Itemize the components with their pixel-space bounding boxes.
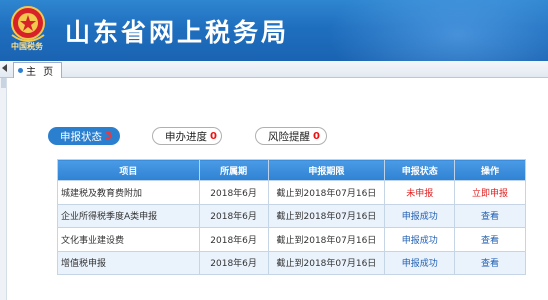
- view-link[interactable]: 查看: [454, 227, 526, 252]
- subtab-count: 0: [313, 130, 320, 142]
- subtab-label: 申报状态: [60, 130, 102, 143]
- site-title: 山东省网上税务局: [65, 18, 290, 47]
- subtab-label: 风险提醒: [268, 130, 310, 143]
- cell-status: 申报成功: [384, 203, 456, 228]
- cell-period: 2018年6月: [198, 250, 269, 275]
- cell-deadline: 截止到2018年07月16日: [267, 227, 386, 252]
- cell-period: 2018年6月: [198, 180, 269, 205]
- view-link[interactable]: 查看: [454, 250, 526, 275]
- cell-deadline: 截止到2018年07月16日: [267, 203, 386, 228]
- subtab-risk-alert[interactable]: 风险提醒 0: [255, 127, 327, 145]
- header-glow: [328, 0, 548, 61]
- declaration-table: 项目 所属期 申报期限 申报状态 操作 城建税及教育费附加 2018年6月 截止…: [57, 159, 526, 275]
- cell-item: 城建税及教育费附加: [57, 180, 200, 205]
- cell-deadline: 截止到2018年07月16日: [267, 250, 386, 275]
- site-header: 中国税务 山东省网上税务局: [0, 0, 548, 61]
- table-row: 文化事业建设费 2018年6月 截止到2018年07月16日 申报成功 查看: [57, 227, 526, 252]
- cell-status: 未申报: [384, 180, 456, 205]
- table-header-row: 项目 所属期 申报期限 申报状态 操作: [57, 159, 526, 181]
- col-header-status: 申报状态: [384, 159, 456, 181]
- tab-home-label: 主 页: [26, 67, 56, 78]
- col-header-period: 所属期: [198, 159, 269, 181]
- table-row: 企业所得税季度A类申报 2018年6月 截止到2018年07月16日 申报成功 …: [57, 203, 526, 228]
- view-link[interactable]: 查看: [454, 203, 526, 228]
- logo-caption: 中国税务: [11, 42, 43, 51]
- cell-item: 企业所得税季度A类申报: [57, 203, 200, 228]
- left-scroll-strip[interactable]: [0, 78, 7, 300]
- tab-home[interactable]: 主 页: [13, 62, 63, 78]
- table-row: 城建税及教育费附加 2018年6月 截止到2018年07月16日 未申报 立即申…: [57, 180, 526, 205]
- collapse-arrow-icon[interactable]: [2, 64, 7, 72]
- subtab-count: 3: [105, 130, 112, 142]
- cell-status: 申报成功: [384, 227, 456, 252]
- subtab-label: 申办进度: [165, 130, 207, 143]
- scroll-thumb[interactable]: [1, 78, 6, 88]
- col-header-action: 操作: [454, 159, 526, 181]
- declare-now-link[interactable]: 立即申报: [454, 180, 526, 205]
- cell-item: 文化事业建设费: [57, 227, 200, 252]
- table-row: 增值税申报 2018年6月 截止到2018年07月16日 申报成功 查看: [57, 250, 526, 275]
- col-header-deadline: 申报期限: [267, 159, 386, 181]
- subtab-count: 0: [210, 130, 217, 142]
- subtab-declare-status[interactable]: 申报状态 3: [48, 127, 120, 145]
- tab-bar: 主 页: [0, 61, 548, 78]
- cell-status: 申报成功: [384, 250, 456, 275]
- cell-item: 增值税申报: [57, 250, 200, 275]
- cell-period: 2018年6月: [198, 203, 269, 228]
- col-header-item: 项目: [57, 159, 200, 181]
- home-tab-dot-icon: [18, 68, 23, 73]
- cell-deadline: 截止到2018年07月16日: [267, 180, 386, 205]
- subtab-process-progress[interactable]: 申办进度 0: [152, 127, 222, 145]
- cell-period: 2018年6月: [198, 227, 269, 252]
